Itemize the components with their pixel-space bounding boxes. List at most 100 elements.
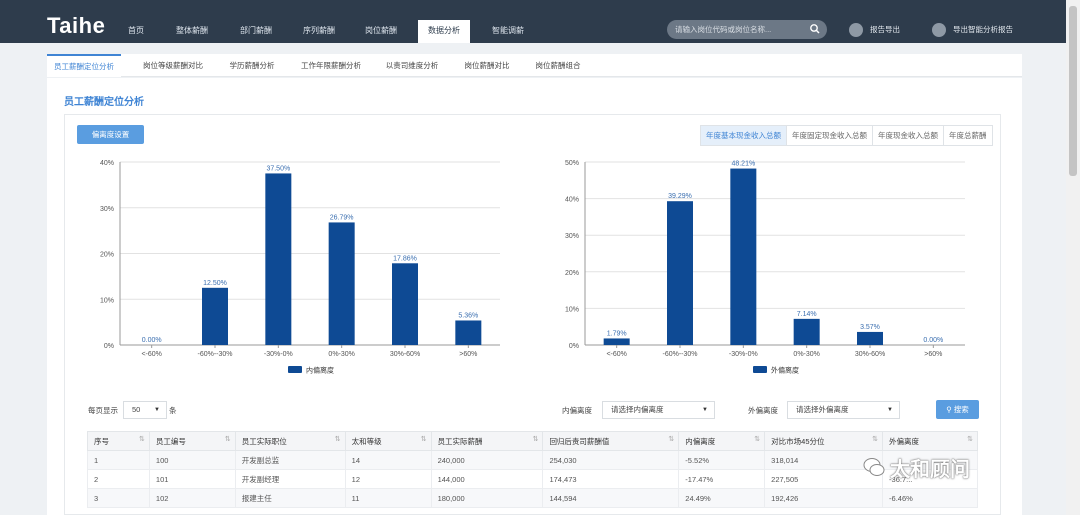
- tab-tenure-analysis[interactable]: 工作年限薪酬分析: [295, 54, 367, 77]
- export-smart-report-link[interactable]: 导出智能分析报告: [932, 22, 1022, 38]
- page-scrollbar[interactable]: [1066, 0, 1080, 515]
- nav-item-smart-adjustment[interactable]: 智能调薪: [486, 20, 530, 42]
- scrollbar-thumb[interactable]: [1069, 6, 1077, 176]
- watermark: 太和顾问: [890, 459, 970, 481]
- y-tick-label: 50%: [565, 160, 579, 167]
- table-cell: 14: [344, 450, 432, 470]
- table-header-row: 序号 ⇅ 员工编号 ⇅ 员工实际职位 ⇅ 太和等级 ⇅ 员工实际薪酬 ⇅ 回归后责司薪酬值…: [87, 431, 978, 451]
- inner-deviation-chart: 0% 10% 20% 30% 40% 0.00% <-60% 12.50% -60%--30% 3…: [100, 160, 500, 375]
- y-tick-label: 20%: [100, 252, 114, 259]
- tab-grade-comparison[interactable]: 岗位等级薪酬对比: [137, 54, 209, 77]
- col-header-outer-deviation[interactable]: 外偏离度 ⇅: [882, 431, 978, 451]
- x-tick-label: >60%: [459, 351, 477, 358]
- col-header-actual-salary[interactable]: 员工实际薪酬 ⇅: [430, 431, 544, 451]
- col-header-market-p45[interactable]: 对比市场45分位 ⇅: [764, 431, 884, 451]
- nav-item-department-salary[interactable]: 部门薪酬: [234, 20, 278, 42]
- sort-icon[interactable]: ⇅: [225, 435, 231, 443]
- sort-icon[interactable]: ⇅: [533, 435, 539, 443]
- x-tick-label: 0%-30%: [793, 351, 819, 358]
- tab-position-combination[interactable]: 岗位薪酬组合: [530, 54, 586, 77]
- x-tick-label: -60%--30%: [662, 351, 697, 358]
- table-row[interactable]: 2 101 开发副经理 12 144,000 174,473 -17.47% 2…: [87, 469, 978, 489]
- y-tick-label: 40%: [100, 160, 114, 167]
- data-label: 12.50%: [203, 280, 227, 287]
- sort-icon[interactable]: ⇅: [967, 435, 973, 443]
- table-row[interactable]: 3 102 报建主任 11 180,000 144,594 24.49% 192…: [87, 488, 978, 508]
- y-tick-label: 10%: [565, 306, 579, 313]
- nav-item-sequence-salary[interactable]: 序列薪酬: [297, 20, 341, 42]
- table-cell: -6.46%: [882, 488, 978, 508]
- caret-down-icon: ▼: [702, 407, 708, 413]
- table-cell: 144,594: [542, 488, 680, 508]
- col-header-employee-id[interactable]: 员工编号 ⇅: [148, 431, 236, 451]
- data-label: 7.14%: [797, 311, 817, 318]
- sort-icon[interactable]: ⇅: [668, 435, 674, 443]
- tab-annual-total-comp[interactable]: 年度总薪酬: [944, 126, 992, 145]
- tab-employee-positioning[interactable]: 员工薪酬定位分析: [47, 54, 121, 77]
- export-report-link[interactable]: 报告导出: [849, 22, 909, 38]
- nav-item-home[interactable]: 首页: [121, 20, 151, 42]
- bar: [328, 222, 355, 345]
- search-icon[interactable]: [809, 23, 821, 35]
- search-input[interactable]: [675, 23, 805, 36]
- app-logo[interactable]: Taihe: [47, 13, 105, 39]
- caret-down-icon: ▼: [887, 407, 893, 413]
- sort-icon[interactable]: ⇅: [421, 435, 427, 443]
- nav-item-overall-salary[interactable]: 整体薪酬: [170, 20, 214, 42]
- x-tick-label: -60%--30%: [197, 351, 232, 358]
- tab-education-analysis[interactable]: 学历薪酬分析: [223, 54, 281, 77]
- col-header-inner-deviation[interactable]: 内偏离度 ⇅: [678, 431, 766, 451]
- export-smart-report-label: 导出智能分析报告: [953, 25, 1013, 34]
- table-row[interactable]: 1 100 开发副总监 14 240,000 254,030 -5.52% 31…: [87, 450, 978, 470]
- tab-annual-base-cash[interactable]: 年度基本现金收入总额: [701, 126, 787, 145]
- page-size-unit: 条: [169, 406, 177, 415]
- table-cell: 12: [344, 469, 432, 489]
- bar: [667, 201, 693, 345]
- sort-icon[interactable]: ⇅: [335, 435, 341, 443]
- col-header-actual-position[interactable]: 员工实际职位 ⇅: [234, 431, 346, 451]
- deviation-settings-button[interactable]: 偏离度设置: [77, 125, 144, 144]
- sort-icon[interactable]: ⇅: [139, 435, 145, 443]
- table-cell: 174,473: [542, 469, 680, 489]
- table-cell: -5.52%: [678, 450, 766, 470]
- tab-annual-total-cash[interactable]: 年度现金收入总额: [873, 126, 944, 145]
- outer-deviation-select[interactable]: 请选择外偏离度 ▼: [787, 401, 900, 419]
- bar: [603, 338, 630, 345]
- table-cell: 254,030: [542, 450, 680, 470]
- nav-item-data-analysis[interactable]: 数据分析: [418, 20, 470, 43]
- nav-item-position-salary[interactable]: 岗位薪酬: [359, 20, 403, 42]
- tab-position-comparison[interactable]: 岗位薪酬对比: [459, 54, 515, 77]
- search-button[interactable]: ⚲ 搜索: [936, 400, 979, 419]
- tab-company-dimension[interactable]: 以责司维度分析: [381, 54, 443, 77]
- employee-table: 序号 ⇅ 员工编号 ⇅ 员工实际职位 ⇅ 太和等级 ⇅ 员工实际薪酬 ⇅ 回归后责司薪酬值…: [87, 431, 978, 508]
- bar: [265, 173, 292, 345]
- col-header-taihe-grade[interactable]: 太和等级 ⇅: [344, 431, 432, 451]
- sort-icon[interactable]: ⇅: [754, 435, 760, 443]
- inner-deviation-label: 内偏离度: [562, 406, 592, 415]
- outer-deviation-chart: 0% 10% 20% 30% 40% 50% 1.79% <-60% 39.29% -60%--3…: [565, 160, 965, 375]
- legend-swatch: [753, 366, 767, 373]
- legend-swatch: [288, 366, 302, 373]
- wechat-icon: [863, 458, 885, 476]
- x-tick-label: -30%-0%: [264, 351, 293, 358]
- y-tick-label: 30%: [100, 206, 114, 213]
- y-tick-label: 10%: [100, 297, 114, 304]
- x-tick-label: 0%-30%: [328, 351, 354, 358]
- data-label: 17.86%: [393, 255, 417, 262]
- bar: [793, 318, 820, 345]
- table-cell: 24.49%: [678, 488, 766, 508]
- col-header-regression-value[interactable]: 回归后责司薪酬值 ⇅: [542, 431, 680, 451]
- table-cell: 101: [148, 469, 236, 489]
- salary-basis-tabs: 年度基本现金收入总额 年度固定现金收入总额 年度现金收入总额 年度总薪酬: [700, 125, 993, 146]
- sort-icon[interactable]: ⇅: [872, 435, 878, 443]
- data-label: 26.79%: [330, 214, 354, 221]
- bar: [455, 320, 482, 345]
- page-size-select[interactable]: 50 ▼: [123, 401, 167, 419]
- y-tick-label: 0%: [104, 343, 114, 350]
- table-cell: 开发副总监: [234, 450, 346, 470]
- tab-annual-fixed-cash[interactable]: 年度固定现金收入总额: [787, 126, 873, 145]
- y-tick-label: 30%: [565, 233, 579, 240]
- inner-deviation-select[interactable]: 请选择内偏离度 ▼: [602, 401, 715, 419]
- data-label: 0.00%: [923, 337, 943, 344]
- col-header-index[interactable]: 序号 ⇅: [87, 431, 150, 451]
